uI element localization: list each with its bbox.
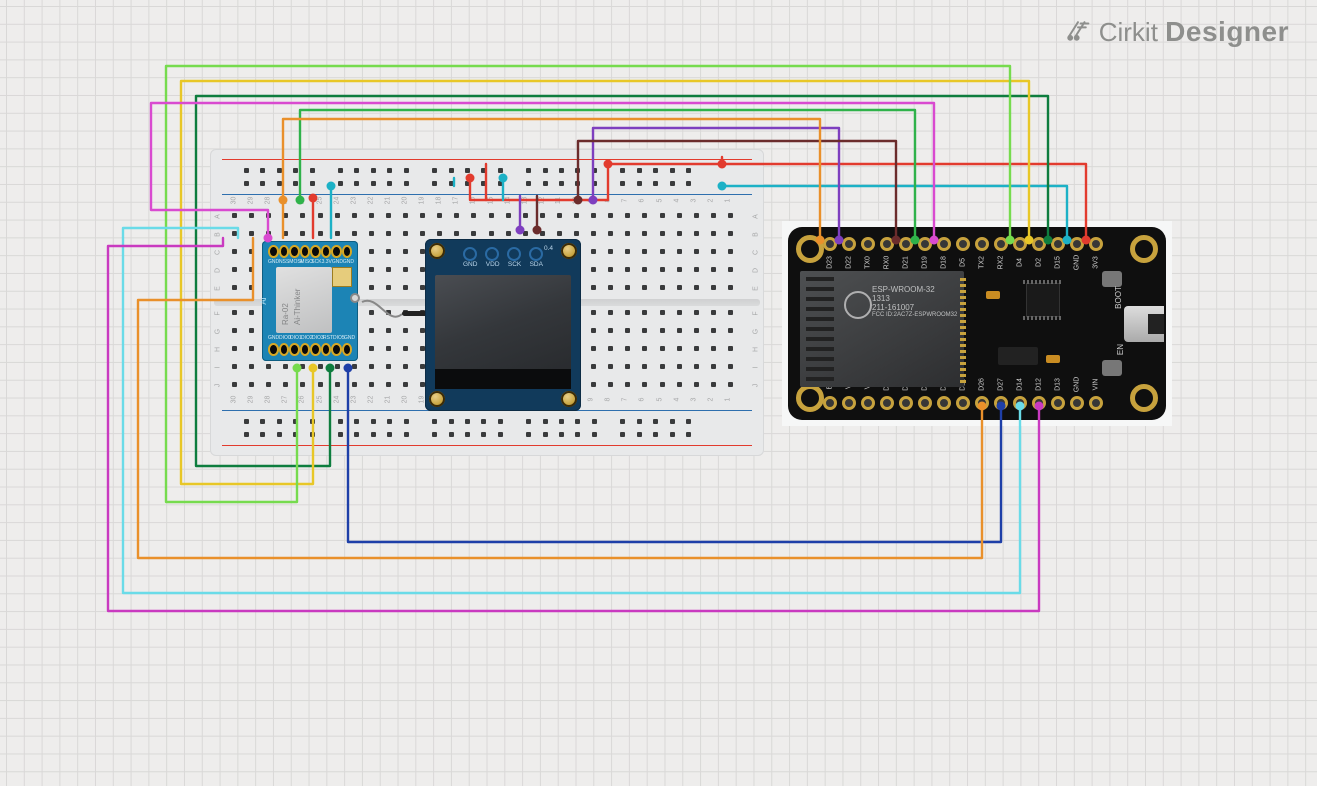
- lora-pin-gnd: GND: [344, 335, 355, 343]
- lora-pin-nss: NSS: [279, 259, 289, 267]
- esp32-module-name: ESP-WROOM-32: [872, 285, 957, 294]
- esp32-wroom-module: ESP-WROOM-32 1313 211-161007 FCC ID:2AC7…: [800, 271, 964, 387]
- esp32-pin-d22[interactable]: D22: [839, 235, 858, 253]
- esp32-pin-3v3[interactable]: 3V3: [1087, 235, 1106, 253]
- lora-pin-gnd: GND: [343, 259, 354, 267]
- brand-logo: Cirkit Designer: [1065, 16, 1289, 48]
- oled-pin-label-sck: SCK: [508, 261, 521, 268]
- esp32-boot-button[interactable]: [1102, 271, 1122, 287]
- oled-size-label: 0.4: [544, 245, 553, 252]
- esp32-pin-d32[interactable]: D32: [915, 394, 934, 412]
- breadboard-power-rail-top[interactable]: [226, 157, 748, 197]
- esp32-pin-d19[interactable]: D19: [915, 235, 934, 253]
- lora-pin-dio3: DIO3: [312, 335, 323, 343]
- esp32-pin-d21[interactable]: D21: [896, 235, 915, 253]
- esp32-en-label: EN: [1116, 344, 1125, 355]
- esp32-pin-d25[interactable]: D25: [953, 394, 972, 412]
- esp32-fcc-id: FCC ID:2AC7Z-ESPWROOM32: [872, 312, 957, 318]
- lora-pin-dio2: DIO2: [301, 335, 312, 343]
- esp32-pin-vp[interactable]: VP: [839, 394, 858, 412]
- esp32-en-button[interactable]: [1102, 360, 1122, 376]
- lora-pin-gnd: GND: [268, 335, 279, 343]
- lora-antenna-connector: [350, 293, 360, 303]
- esp32-pin-gnd[interactable]: GND: [1068, 394, 1087, 412]
- esp32-pin-rx2[interactable]: RX2: [992, 235, 1011, 253]
- breadboard-power-rail-bottom[interactable]: [226, 408, 748, 448]
- brand-icon: [1065, 17, 1091, 48]
- esp32-usb-port[interactable]: [1124, 306, 1164, 342]
- lora-pin-3.3v: 3.3V: [322, 259, 332, 267]
- esp32-pin-d13[interactable]: D13: [1049, 394, 1068, 412]
- esp32-pin-d12[interactable]: D12: [1030, 394, 1049, 412]
- oled-pin-label-sda: SDA: [530, 261, 543, 268]
- lora-pin-gnd: GND: [332, 259, 343, 267]
- brand-word-2: Designer: [1165, 16, 1289, 47]
- esp32-pin-vin[interactable]: VIN: [1087, 394, 1106, 412]
- esp32-pin-tx0[interactable]: TX0: [858, 235, 877, 253]
- esp32-pin-d4[interactable]: D4: [1011, 235, 1030, 253]
- lora-pin-gnd: GND: [268, 259, 279, 267]
- lora-vendor-label: Ai-Thinker: [293, 289, 302, 325]
- lora-shield-can: Ra-02 Ai-Thinker: [276, 267, 332, 333]
- esp32-pin-d27[interactable]: D27: [992, 394, 1011, 412]
- esp32-regulator: [998, 347, 1038, 365]
- oled-screen: [435, 275, 571, 389]
- esp32-chip-date1: 1313: [872, 294, 957, 303]
- esp32-pin-gnd[interactable]: GND: [1068, 235, 1087, 253]
- esp32-boot-label: BOOT: [1114, 286, 1123, 309]
- lora-model-label: Ra-02: [281, 303, 290, 325]
- oled-display-module[interactable]: 0.4 GND VDD SCK SDA: [425, 239, 581, 411]
- esp32-pin-rx0[interactable]: RX0: [877, 235, 896, 253]
- esp32-pin-en[interactable]: EN: [820, 394, 839, 412]
- esp32-pin-vn[interactable]: VN: [858, 394, 877, 412]
- esp32-pin-d15[interactable]: D15: [1049, 235, 1068, 253]
- esp32-usb-uart-chip: [1026, 283, 1060, 317]
- lora-match-network: [332, 267, 352, 287]
- esp32-pin-d23[interactable]: D23: [820, 235, 839, 253]
- esp32-chip-date2: 211-161007: [872, 303, 957, 312]
- oled-pin-label-gnd: GND: [463, 261, 477, 268]
- esp32-pin-d33[interactable]: D33: [934, 394, 953, 412]
- lora-pin-rst: RST: [323, 335, 333, 343]
- lora-pin-sck: SCK: [311, 259, 321, 267]
- lora-ra02-module[interactable]: GNDNSSMOSIMISOSCK3.3VGNDGND Ra-02 Ai-Thi…: [262, 241, 358, 361]
- esp32-pin-d14[interactable]: D14: [1011, 394, 1030, 412]
- esp32-pin-d18[interactable]: D18: [934, 235, 953, 253]
- lora-pin-dio5: DIO5: [333, 335, 344, 343]
- lora-pin-miso: MISO: [300, 259, 311, 267]
- lora-pin-dio0: DIO0: [279, 335, 290, 343]
- oled-pin-label-vdd: VDD: [486, 261, 500, 268]
- esp32-pin-d35[interactable]: D35: [896, 394, 915, 412]
- lora-pin-dio1: DIO1: [290, 335, 301, 343]
- esp32-pin-d34[interactable]: D34: [877, 394, 896, 412]
- esp32-pin-d26[interactable]: D26: [973, 394, 992, 412]
- esp32-pin-d5[interactable]: D5: [953, 235, 972, 253]
- lora-pin-mosi: MOSI: [289, 259, 300, 267]
- lora-side-label: Ai: [259, 297, 268, 304]
- esp32-pin-tx2[interactable]: TX2: [973, 235, 992, 253]
- brand-word-1: Cirkit: [1099, 17, 1158, 47]
- esp32-devkit[interactable]: D23D22TX0RX0D21D19D18D5TX2RX2D4D2D15GND3…: [782, 221, 1172, 426]
- esp32-pin-d2[interactable]: D2: [1030, 235, 1049, 253]
